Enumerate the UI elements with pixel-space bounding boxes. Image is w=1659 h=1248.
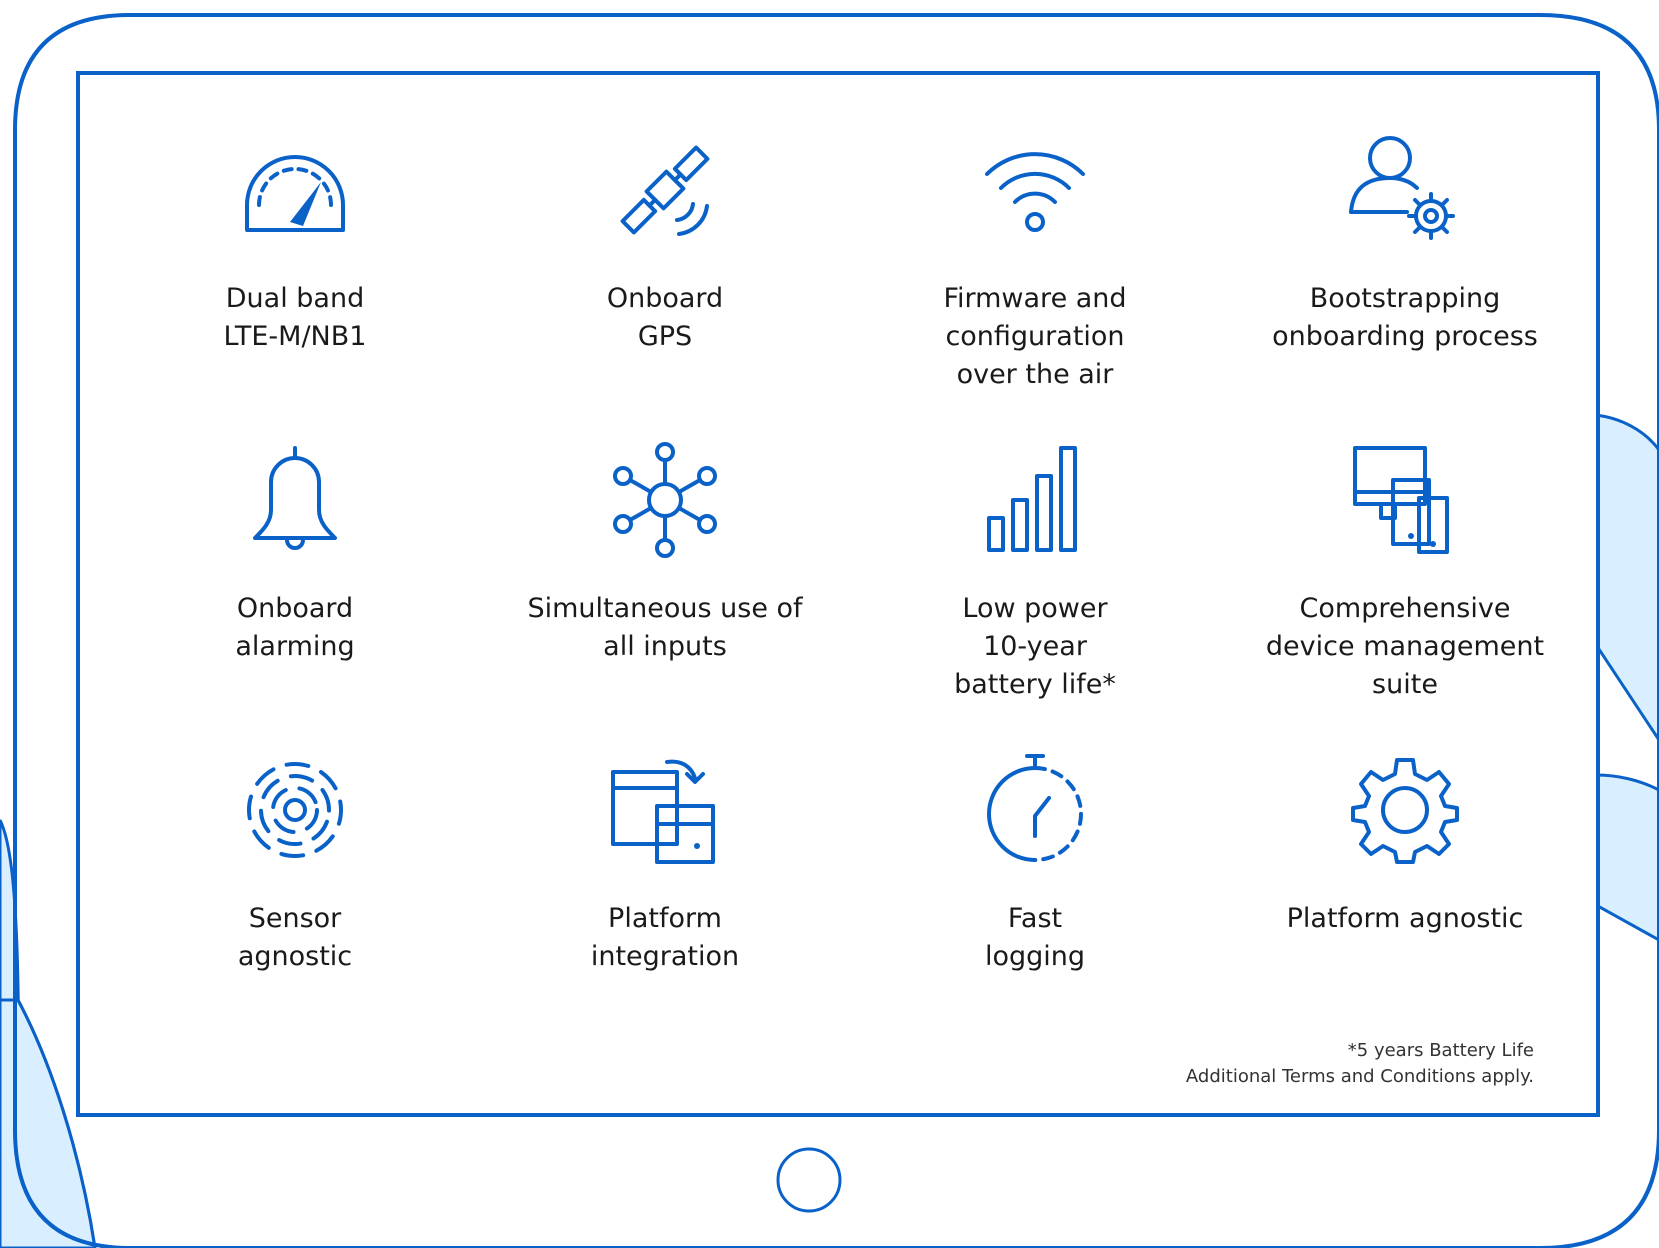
sensor-radar-icon <box>230 745 360 875</box>
feature-label: Platform agnostic <box>1286 903 1524 934</box>
feature-label: Simultaneous use of all inputs <box>527 593 803 662</box>
feature-label: Dual band LTE-M/NB1 <box>223 283 367 352</box>
feature-grid: Dual band LTE-M/NB1 Onboard GPS Firmware… <box>110 110 1590 1040</box>
feature-label: Firmware and configuration over the air <box>943 283 1127 390</box>
speedometer-icon <box>230 125 360 255</box>
footnote-battery: *5 years Battery Life <box>1347 1040 1534 1061</box>
feature-label: Fast logging <box>984 903 1086 972</box>
feature-item: Bootstrapping onboarding process <box>1220 110 1590 420</box>
wifi-icon <box>970 125 1100 255</box>
feature-item: Fast logging <box>850 730 1220 1040</box>
feature-item: Onboard alarming <box>110 420 480 730</box>
feature-label: Onboard alarming <box>235 593 355 662</box>
feature-label: Low power 10-year battery life* <box>954 593 1116 700</box>
feature-label: Comprehensive device management suite <box>1265 593 1545 700</box>
user-gear-icon <box>1340 125 1470 255</box>
feature-item: Simultaneous use of all inputs <box>480 420 850 730</box>
satellite-icon <box>600 125 730 255</box>
home-button[interactable] <box>776 1147 842 1213</box>
feature-item: Onboard GPS <box>480 110 850 420</box>
footnote: *5 years Battery Life Additional Terms a… <box>1186 1038 1534 1090</box>
platform-integration-icon <box>600 745 730 875</box>
feature-item: Firmware and configuration over the air <box>850 110 1220 420</box>
bell-icon <box>230 435 360 565</box>
stopwatch-icon <box>970 745 1100 875</box>
feature-label: Onboard GPS <box>606 283 724 352</box>
feature-item: Platform integration <box>480 730 850 1040</box>
hub-network-icon <box>600 435 730 565</box>
feature-item: Sensor agnostic <box>110 730 480 1040</box>
feature-item: Platform agnostic <box>1220 730 1590 1040</box>
feature-label: Sensor agnostic <box>237 903 353 972</box>
footnote-terms: Additional Terms and Conditions apply. <box>1185 1066 1534 1087</box>
feature-item: Low power 10-year battery life* <box>850 420 1220 730</box>
feature-label: Bootstrapping onboarding process <box>1272 283 1538 352</box>
feature-item: Comprehensive device management suite <box>1220 420 1590 730</box>
signal-bars-icon <box>970 435 1100 565</box>
feature-item: Dual band LTE-M/NB1 <box>110 110 480 420</box>
gear-icon <box>1340 745 1470 875</box>
feature-label: Platform integration <box>590 903 740 972</box>
devices-icon <box>1340 435 1470 565</box>
